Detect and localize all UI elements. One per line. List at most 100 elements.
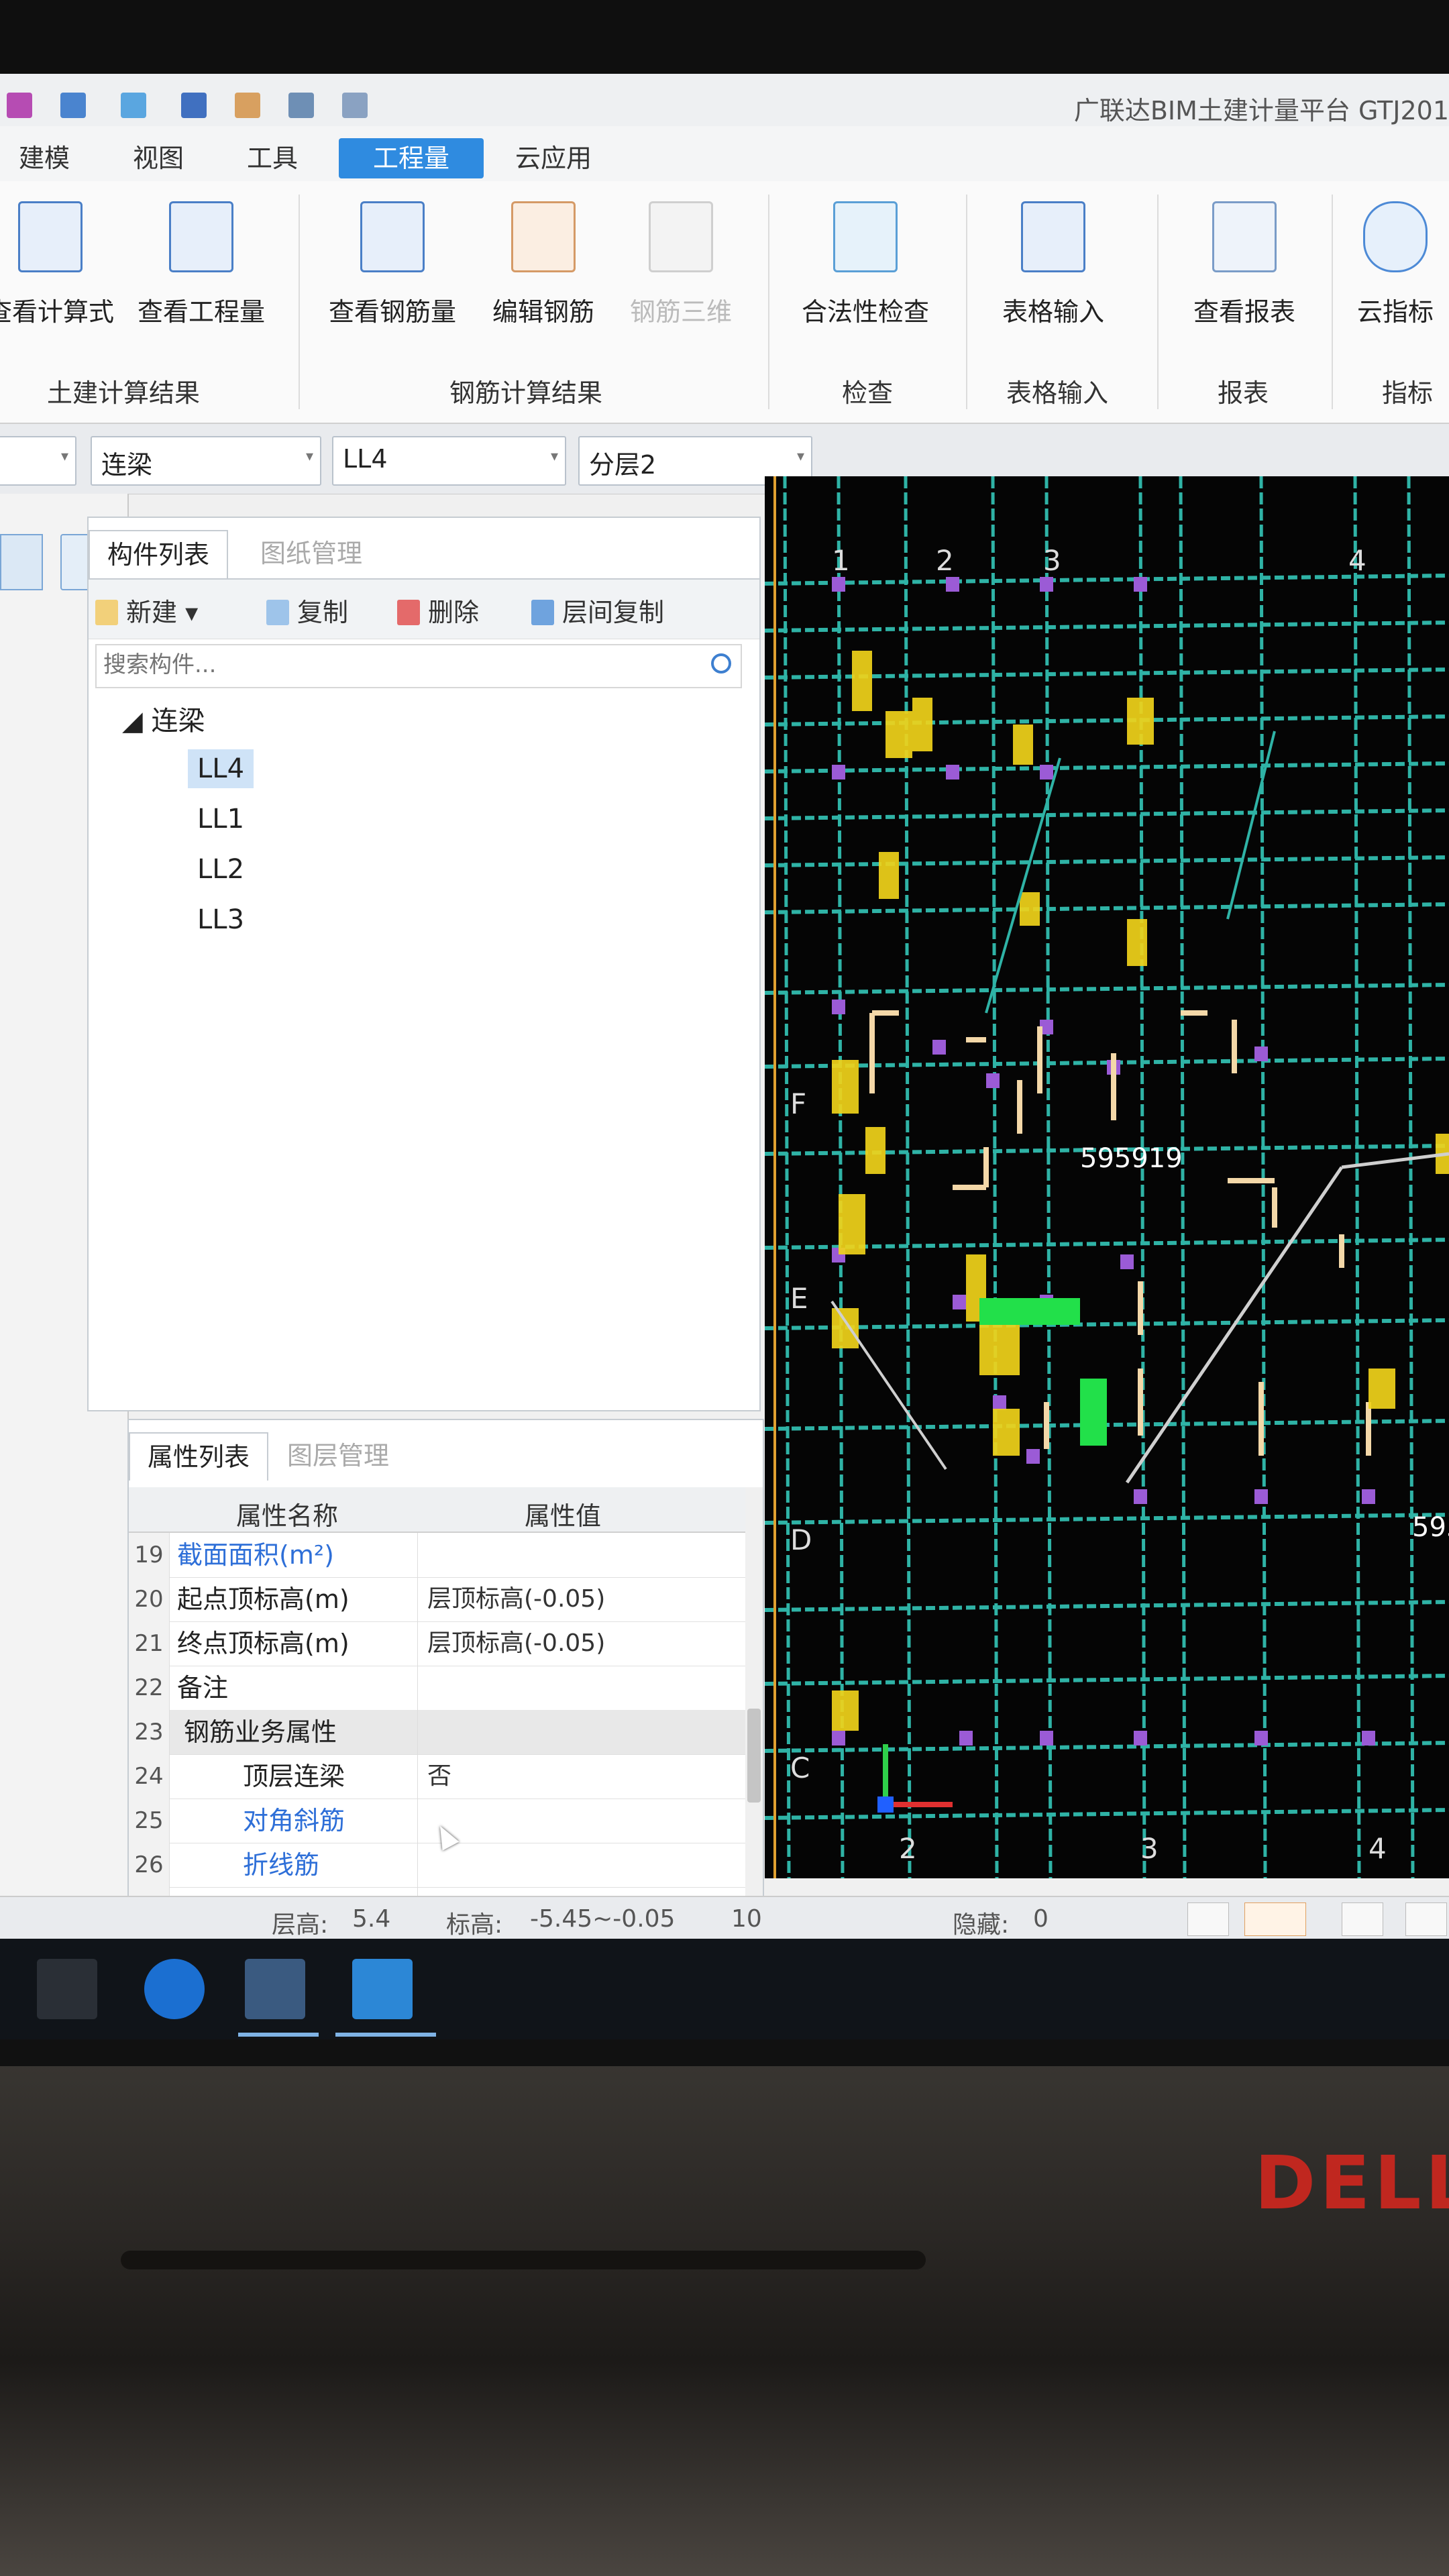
new-button[interactable]: 新建 ▾ xyxy=(95,592,198,629)
laptop-body xyxy=(0,2039,1449,2576)
scroll-thumb[interactable] xyxy=(747,1709,761,1803)
group-report: 报表 xyxy=(1218,378,1269,408)
grid-icon[interactable] xyxy=(121,93,146,118)
table-input-button[interactable]: 表格输入 xyxy=(983,201,1124,328)
tree-item-ll4[interactable]: LL4 xyxy=(188,749,254,788)
group-rebar-results: 钢筋计算结果 xyxy=(449,378,603,408)
menu-item-cloud[interactable]: 云应用 xyxy=(503,138,604,178)
snap-toggle-button[interactable] xyxy=(1187,1902,1229,1936)
edit-icon[interactable] xyxy=(235,93,260,118)
property-value[interactable] xyxy=(417,1843,749,1887)
rebar-annotation xyxy=(1368,1368,1395,1409)
rebar-3d-label: 钢筋三维 xyxy=(629,297,732,327)
rebar-annotation xyxy=(993,1409,1020,1456)
property-row[interactable]: 26 折线筋 xyxy=(129,1843,746,1888)
property-row[interactable]: 23 钢筋业务属性 xyxy=(129,1710,746,1755)
property-value[interactable]: 否 xyxy=(417,1754,749,1799)
new-label: 新建 xyxy=(126,598,178,627)
task-view-icon[interactable] xyxy=(37,1959,97,2019)
column-marker xyxy=(946,577,959,592)
print-icon[interactable] xyxy=(288,93,314,118)
view-quantities-button[interactable]: 查看工程量 xyxy=(131,201,272,328)
view-formula-button[interactable]: 查看计算式 xyxy=(0,201,121,328)
tab-layer-management[interactable]: 图层管理 xyxy=(270,1432,407,1479)
property-row[interactable]: 20 起点顶标高(m) 层顶标高(-0.05) xyxy=(129,1577,746,1622)
grid-line xyxy=(837,476,845,1878)
table-icon[interactable] xyxy=(181,93,207,118)
column-marker xyxy=(832,1000,845,1014)
elevation-label: 标高: xyxy=(446,1911,503,1939)
drawing-canvas[interactable]: 1 2 3 4 F E D C 2 3 4 595919 595 xyxy=(765,476,1449,1878)
floor-copy-icon xyxy=(531,600,554,625)
col-property-name: 属性名称 xyxy=(236,1501,339,1531)
rebar-annotation xyxy=(1020,892,1040,926)
new-file-icon xyxy=(95,600,118,625)
tree-item-ll2[interactable]: LL2 xyxy=(188,850,254,889)
cloud-index-button[interactable]: 云指标 xyxy=(1345,201,1446,328)
edge-browser-icon[interactable] xyxy=(144,1959,205,2019)
ortho-toggle-button[interactable] xyxy=(1342,1902,1383,1936)
property-row[interactable]: 21 终点顶标高(m) 层顶标高(-0.05) xyxy=(129,1621,746,1666)
nav-panel-button[interactable] xyxy=(0,534,43,590)
text-app-icon[interactable] xyxy=(352,1959,413,2019)
active-indicator xyxy=(238,2033,319,2037)
gtj-app-icon[interactable] xyxy=(245,1959,305,2019)
property-value[interactable]: 层顶标高(-0.05) xyxy=(417,1577,749,1621)
checkmark-icon xyxy=(833,201,898,272)
rebar-3d-button[interactable]: 钢筋三维 xyxy=(610,201,751,328)
select-mode-button[interactable] xyxy=(1244,1902,1306,1936)
view-report-button[interactable]: 查看报表 xyxy=(1174,201,1315,328)
rebar-annotation xyxy=(832,1690,859,1731)
ribbon-separator xyxy=(1332,195,1333,409)
property-value[interactable] xyxy=(417,1799,749,1843)
save-icon[interactable] xyxy=(60,93,86,118)
undo-icon[interactable] xyxy=(342,93,368,118)
component-dropdown[interactable]: LL4 ▾ xyxy=(332,436,566,486)
component-type-dropdown[interactable]: 连梁 ▾ xyxy=(91,436,321,486)
delete-button[interactable]: 删除 xyxy=(397,592,479,629)
screen: 广联达BIM土建计量平台 GTJ201 建模 视图 工具 工程量 云应用 查看计… xyxy=(0,74,1449,2039)
search-input[interactable] xyxy=(97,645,682,684)
floor-height-value: 5.4 xyxy=(352,1905,391,1933)
tree-root-label: 连梁 xyxy=(151,706,205,737)
tree-node-coupling-beam[interactable]: ◢ 连梁 xyxy=(122,699,205,738)
property-row[interactable]: 24 顶层连梁否 xyxy=(129,1754,746,1799)
group-table-input: 表格输入 xyxy=(1006,378,1109,408)
ribbon-separator xyxy=(768,195,769,409)
tool-toggle-button[interactable] xyxy=(1405,1902,1447,1936)
floor-height-label: 层高: xyxy=(272,1911,329,1939)
search-icon[interactable] xyxy=(711,653,731,674)
floor-copy-button[interactable]: 层间复制 xyxy=(531,592,664,629)
report-icon xyxy=(1212,201,1277,272)
cad-drawing[interactable]: 1 2 3 4 F E D C 2 3 4 595919 595 xyxy=(765,476,1449,1878)
menu-item-tools[interactable]: 工具 xyxy=(235,138,310,178)
tree-item-ll3[interactable]: LL3 xyxy=(188,900,254,939)
column-marker xyxy=(1040,1731,1053,1746)
row-number: 26 xyxy=(129,1843,170,1887)
menu-item-quantities[interactable]: 工程量 xyxy=(339,138,484,178)
row-number: 21 xyxy=(129,1621,170,1666)
property-value[interactable] xyxy=(417,1666,749,1710)
category-dropdown[interactable]: ▾ xyxy=(0,436,76,486)
tab-drawing-management[interactable]: 图纸管理 xyxy=(243,530,380,577)
property-value[interactable] xyxy=(417,1710,749,1754)
property-value[interactable]: 层顶标高(-0.05) xyxy=(417,1621,749,1666)
axis-label: 2 xyxy=(899,1832,917,1865)
component-search[interactable] xyxy=(95,644,742,688)
quick-access-icon[interactable] xyxy=(7,93,32,118)
copy-button[interactable]: 复制 xyxy=(266,592,348,629)
edit-rebar-button[interactable]: 编辑钢筋 xyxy=(473,201,614,328)
property-row[interactable]: 22 备注 xyxy=(129,1666,746,1711)
tab-property-list[interactable]: 属性列表 xyxy=(129,1432,269,1481)
property-value[interactable] xyxy=(417,1533,749,1577)
tree-item-ll1[interactable]: LL1 xyxy=(188,800,254,839)
tab-component-list[interactable]: 构件列表 xyxy=(89,530,229,578)
property-scrollbar[interactable] xyxy=(745,1487,763,1896)
view-rebar-button[interactable]: 查看钢筋量 xyxy=(322,201,463,328)
property-row[interactable]: 19 截面面积(m²) xyxy=(129,1533,746,1578)
validity-check-button[interactable]: 合法性检查 xyxy=(792,201,939,328)
col-property-value: 属性值 xyxy=(525,1501,602,1531)
column-marker xyxy=(1026,1449,1040,1464)
menu-item-view[interactable]: 视图 xyxy=(121,138,196,178)
menu-item-build[interactable]: 建模 xyxy=(7,138,82,178)
